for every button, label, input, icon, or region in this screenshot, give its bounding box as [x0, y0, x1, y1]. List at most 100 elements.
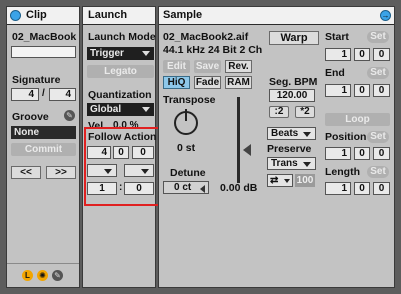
length-beats[interactable]: 0	[354, 182, 370, 195]
follow-action-time-sixteenths[interactable]: 0	[132, 146, 154, 159]
quantization-dropdown[interactable]: Global	[87, 103, 154, 116]
clip-header: Clip	[7, 7, 79, 25]
end-sixteenths[interactable]: 0	[373, 84, 390, 97]
length-set-button[interactable]: Set	[367, 166, 389, 178]
seg-bpm-value: 120.00	[276, 90, 308, 101]
start-bars[interactable]: 1	[325, 48, 351, 61]
gain-fader-track[interactable]	[237, 97, 240, 183]
signature-denominator[interactable]: 4	[49, 88, 76, 101]
double-tempo-button[interactable]: *2	[295, 106, 315, 118]
legato-button[interactable]: Legato	[87, 65, 154, 78]
groove-label: Groove	[12, 111, 49, 123]
warp-button[interactable]: Warp	[269, 31, 319, 45]
reverse-button[interactable]: Rev.	[225, 60, 252, 73]
signature-slash: /	[42, 88, 45, 99]
length-sixteenths[interactable]: 0	[373, 182, 390, 195]
seg-bpm-label: Seg. BPM	[269, 76, 318, 88]
gain-fader-handle-icon[interactable]	[243, 144, 251, 156]
transient-loop-mode-dropdown[interactable]: ⇄	[267, 174, 293, 187]
sample-header: Sample →	[159, 7, 394, 25]
sample-format: 44.1 kHz 24 Bit 2 Ch	[163, 44, 263, 56]
position-beats[interactable]: 0	[354, 147, 370, 160]
launch-title: Launch	[88, 9, 128, 21]
gain-value: 0.00 dB	[220, 182, 258, 194]
clip-name-label: 02_MacBook	[12, 31, 77, 43]
transient-envelope-field[interactable]: 100	[295, 174, 315, 187]
end-bars[interactable]: 1	[325, 84, 351, 97]
warp-mode-value: Beats	[271, 128, 299, 139]
groove-value: None	[14, 127, 39, 138]
position-bars[interactable]: 1	[325, 147, 351, 160]
position-label: Position	[325, 131, 367, 143]
sample-expand-icon[interactable]: →	[380, 10, 391, 21]
follow-action-b-dropdown[interactable]	[124, 164, 154, 177]
transpose-knob-indicator	[185, 109, 187, 121]
quantization-value: Global	[90, 104, 122, 115]
follow-action-b-chevron-down-icon	[141, 169, 149, 174]
start-set-button[interactable]: Set	[367, 31, 389, 43]
sample-edit-button[interactable]: Edit	[163, 60, 190, 73]
transpose-knob[interactable]	[174, 109, 198, 135]
length-label: Length	[325, 166, 360, 178]
clip-settings-icon[interactable]: ✎	[52, 270, 63, 281]
detune-value: 0 ct	[174, 182, 192, 193]
loop-mode-chevron-down-icon	[284, 179, 290, 183]
follow-action-chance-a[interactable]: 1	[87, 182, 117, 195]
sample-save-button[interactable]: Save	[194, 60, 221, 73]
transient-envelope-value: 100	[296, 175, 314, 186]
follow-action-time-bars[interactable]: 4	[87, 146, 111, 159]
length-bars[interactable]: 1	[325, 182, 351, 195]
half-tempo-button[interactable]: :2	[269, 106, 289, 118]
launch-mode-label: Launch Mode	[88, 31, 156, 43]
ram-button[interactable]: RAM	[225, 76, 252, 89]
follow-action-a-chevron-down-icon	[104, 169, 112, 174]
follow-action-time-beats[interactable]: 0	[113, 146, 129, 159]
launch-header: Launch	[83, 7, 155, 25]
start-sixteenths[interactable]: 0	[373, 48, 390, 61]
nudge-forward-button[interactable]: >>	[46, 166, 76, 179]
detune-arrow-left-icon	[200, 185, 205, 193]
position-set-button[interactable]: Set	[367, 131, 389, 143]
launch-mode-value: Trigger	[90, 48, 124, 59]
launch-section-toggle[interactable]: L	[22, 270, 33, 281]
follow-action-chance-separator: :	[119, 182, 123, 193]
envelopes-toggle-icon[interactable]: ✺	[37, 270, 48, 281]
signature-numerator[interactable]: 4	[11, 88, 39, 101]
hiq-button[interactable]: HiQ	[163, 76, 190, 89]
end-beats[interactable]: 0	[354, 84, 370, 97]
sample-title: Sample	[163, 9, 203, 21]
groove-chooser[interactable]: None	[11, 126, 76, 139]
position-sixteenths[interactable]: 0	[373, 147, 390, 160]
end-set-button[interactable]: Set	[367, 67, 389, 79]
preserve-label: Preserve	[267, 143, 312, 155]
warp-mode-chevron-down-icon	[303, 132, 311, 137]
launch-mode-dropdown[interactable]: Trigger	[87, 47, 154, 60]
launch-mode-chevron-down-icon	[142, 51, 150, 56]
sample-filename: 02_MacBook2.aif	[163, 31, 249, 43]
transpose-value[interactable]: 0 st	[177, 142, 195, 154]
follow-action-a-dropdown[interactable]	[87, 164, 117, 177]
detune-field[interactable]: 0 ct	[163, 181, 209, 194]
quantization-label: Quantization	[88, 89, 152, 101]
launch-panel: Launch Launch Mode Trigger Legato Quanti…	[82, 6, 160, 288]
sample-panel: Sample → 02_MacBook2.aif 44.1 kHz 24 Bit…	[158, 6, 395, 288]
follow-action-chance-b[interactable]: 0	[124, 182, 154, 195]
clip-name-field[interactable]	[11, 46, 76, 58]
loop-button[interactable]: Loop	[325, 113, 390, 126]
commit-button[interactable]: Commit	[11, 143, 76, 156]
follow-action-label: Follow Action	[88, 131, 157, 143]
detune-label: Detune	[170, 167, 206, 179]
groove-hot-swap-icon[interactable]: ✎	[64, 110, 75, 121]
end-label: End	[325, 67, 345, 79]
loop-mode-icon: ⇄	[270, 175, 279, 186]
preserve-value: Trans	[271, 158, 298, 169]
clip-activator-icon[interactable]	[10, 10, 21, 21]
seg-bpm-field[interactable]: 120.00	[269, 89, 315, 102]
preserve-dropdown[interactable]: Trans	[267, 157, 316, 170]
start-beats[interactable]: 0	[354, 48, 370, 61]
quantization-chevron-down-icon	[142, 107, 150, 112]
fade-button[interactable]: Fade	[194, 76, 221, 89]
nudge-back-button[interactable]: <<	[11, 166, 41, 179]
clip-footer: L ✺ ✎	[7, 263, 79, 287]
warp-mode-dropdown[interactable]: Beats	[267, 127, 316, 140]
